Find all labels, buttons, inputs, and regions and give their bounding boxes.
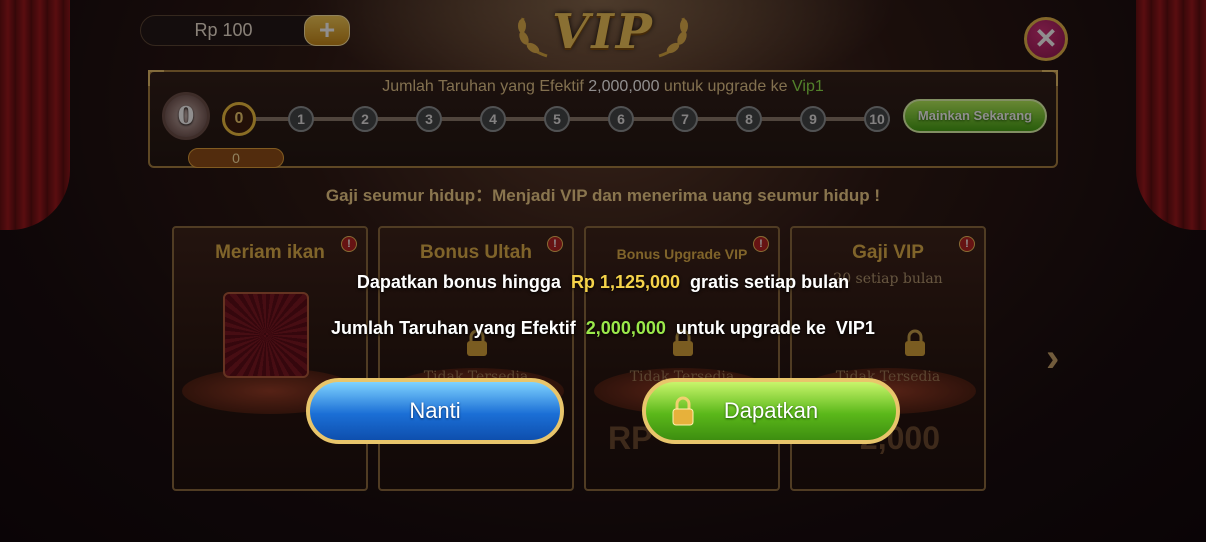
popup-line2-suffix: untuk upgrade ke — [675, 318, 826, 338]
lock-icon — [672, 396, 694, 426]
later-button[interactable]: Nanti — [306, 378, 564, 444]
popup-requirement-text: Jumlah Taruhan yang Efektif 2,000,000 un… — [0, 318, 1206, 339]
popup-requirement-amount: 2,000,000 — [585, 318, 666, 338]
popup-line1-prefix: Dapatkan bonus hingga — [356, 272, 561, 292]
claim-button[interactable]: Dapatkan — [642, 378, 900, 444]
popup-bonus-text: Dapatkan bonus hingga Rp 1,125,000 grati… — [0, 272, 1206, 293]
popup-bonus-amount: Rp 1,125,000 — [570, 272, 681, 292]
popup-target-level: VIP1 — [835, 318, 875, 338]
popup-backdrop — [0, 0, 1206, 542]
popup-line1-suffix: gratis setiap bulan — [690, 272, 850, 292]
claim-button-label: Dapatkan — [723, 398, 819, 423]
popup-line2-prefix: Jumlah Taruhan yang Efektif — [331, 318, 576, 338]
